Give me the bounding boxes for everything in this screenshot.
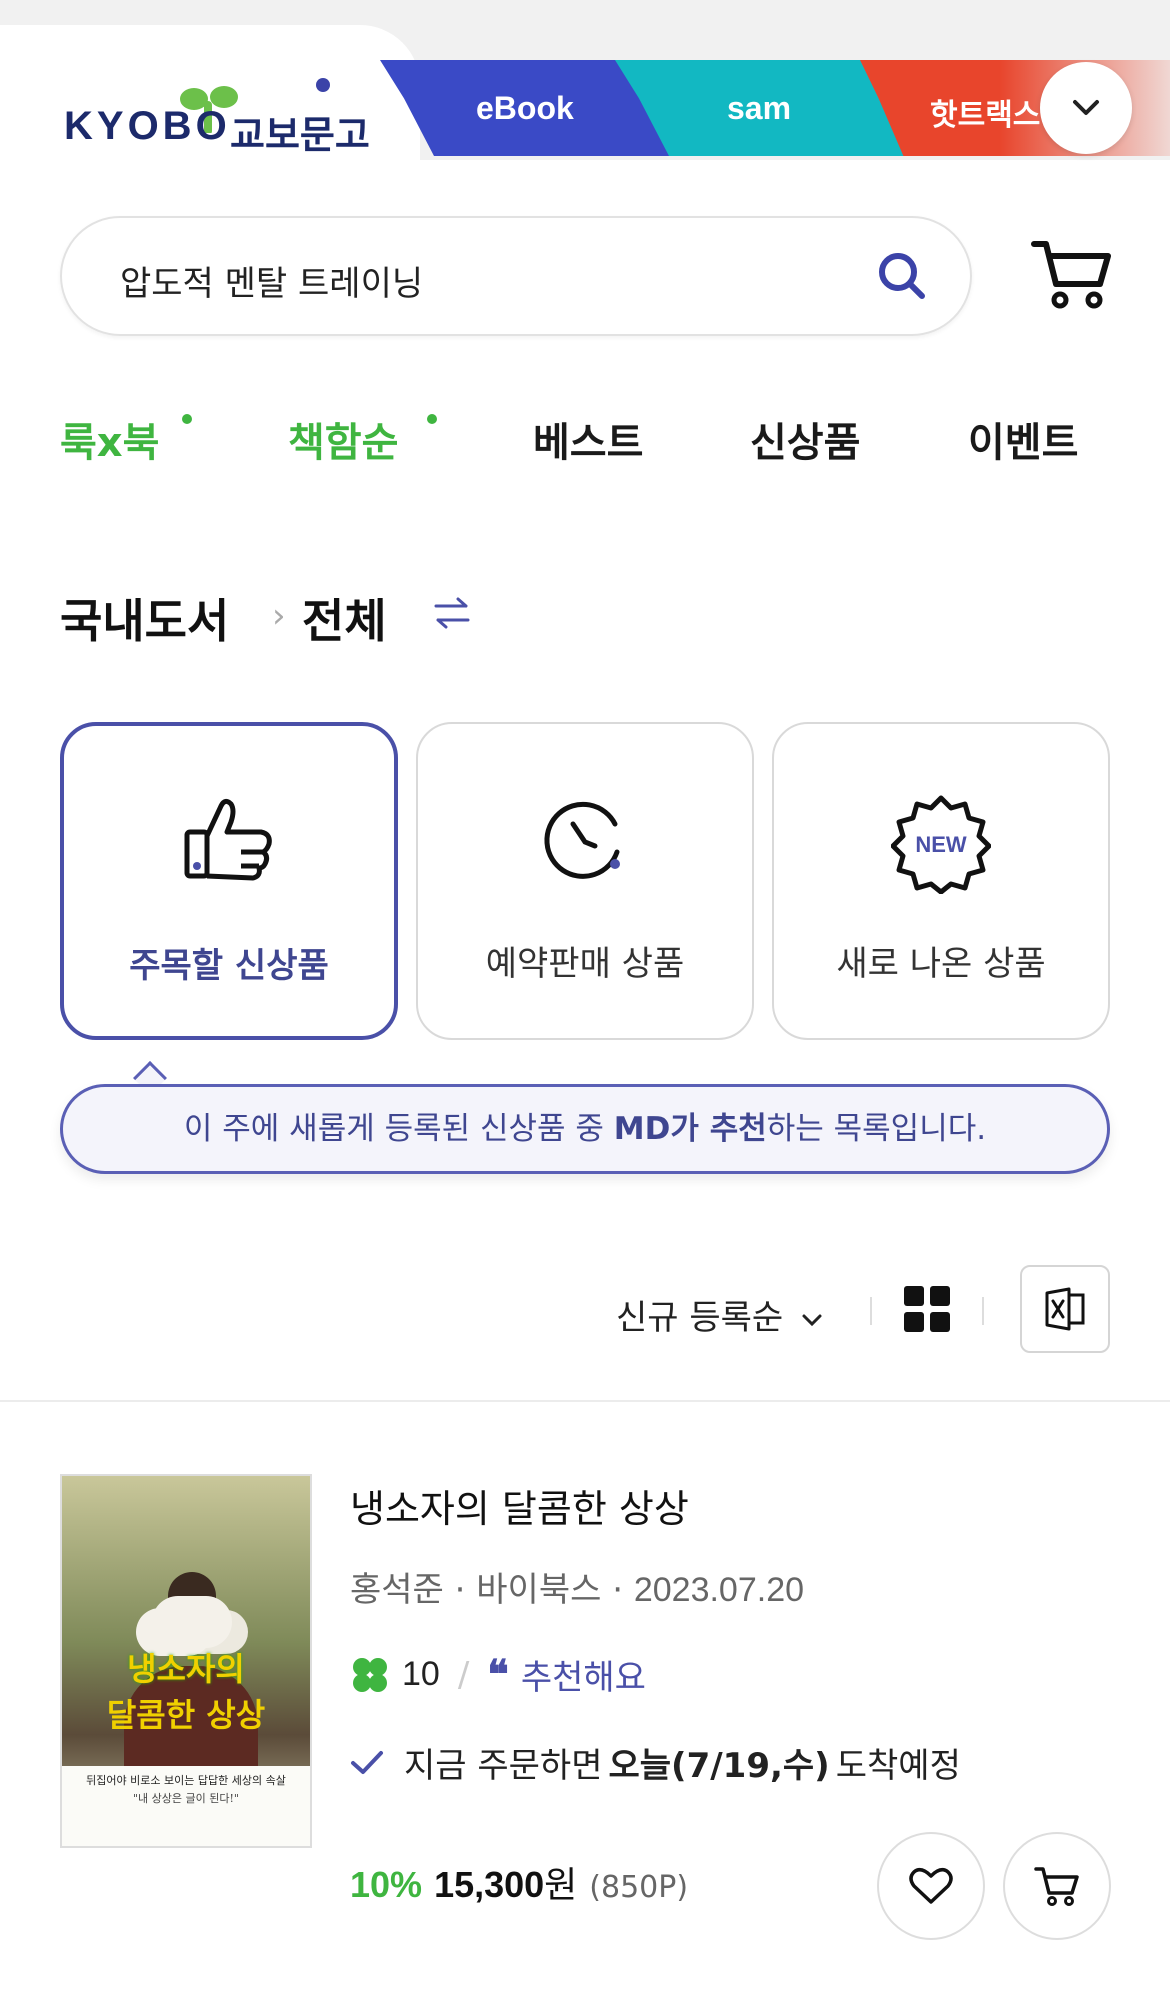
delivery-prefix: 지금 주문하면 (404, 1746, 603, 1786)
wishlist-button[interactable] (877, 1832, 985, 1940)
heart-icon (909, 1868, 953, 1904)
excel-icon (1045, 1287, 1085, 1331)
search-box[interactable]: 압도적 멘탈 트레이닝 (60, 216, 972, 336)
category-label: 주목할 신상품 (129, 946, 329, 986)
add-to-cart-button[interactable] (1003, 1832, 1111, 1940)
logo-dot (316, 78, 330, 92)
thumbs-up-icon (184, 798, 272, 881)
cart-icon (1034, 1867, 1079, 1906)
nav-lookbook[interactable]: 룩x북 (60, 410, 159, 468)
quote-icon: ❝ (487, 1651, 509, 1698)
clock-icon (544, 801, 620, 879)
search-icon[interactable] (874, 248, 930, 304)
recommend-label: 추천해요 (520, 1658, 646, 1698)
clover-icon (353, 1657, 387, 1692)
chevron-down-icon (1073, 100, 1099, 115)
cover-title-line2: 달콤한 상상 (106, 1696, 266, 1734)
rating-slash: / (457, 1654, 470, 1695)
price-row: 10% 15,300 원 (850P) (350, 1856, 688, 1908)
rating-row: 10 / ❝ 추천해요 (350, 1650, 646, 1699)
product-publisher[interactable]: 바이북스 (476, 1570, 601, 1610)
category-card-featured[interactable]: 주목할 신상품 (60, 722, 398, 1040)
product-title[interactable]: 냉소자의 달콤한 상상 (350, 1478, 689, 1533)
excel-download-button[interactable] (1020, 1265, 1110, 1353)
tooltip-text: 이 주에 새롭게 등록된 신상품 중 (183, 1111, 614, 1147)
logo-wordmark[interactable]: KYOBO (64, 104, 231, 149)
nav-best[interactable]: 베스트 (533, 410, 643, 468)
product-meta: 홍석준 · 바이북스 · 2023.07.20 (350, 1562, 804, 1611)
toolbar-divider (982, 1297, 984, 1325)
sort-label: 신규 등록순 (616, 1298, 784, 1338)
grid-view-icon[interactable] (904, 1286, 950, 1332)
delivery-date: 오늘(7/19,수) (608, 1746, 830, 1786)
category-card-preorder[interactable]: 예약판매 상품 (416, 722, 754, 1040)
sort-dropdown[interactable]: 신규 등록순 (616, 1290, 824, 1339)
nav-bookbox[interactable]: 책함순 (288, 410, 398, 468)
category-card-new-release[interactable]: NEW 새로 나온 상품 (772, 722, 1110, 1040)
product-author[interactable]: 홍석준 (350, 1570, 444, 1610)
tab-sam[interactable]: sam (727, 90, 791, 127)
search-input[interactable]: 압도적 멘탈 트레이닝 (120, 256, 423, 305)
reward-points: (850P) (589, 1870, 689, 1905)
breadcrumb-all[interactable]: 전체 (302, 585, 387, 651)
tooltip-highlight: MD가 추천 (613, 1111, 767, 1147)
delivery-info: 지금 주문하면 오늘(7/19,수) 도착예정 (350, 1738, 961, 1787)
category-tooltip: 이 주에 새롭게 등록된 신상품 중 MD가 추천하는 목록입니다. (60, 1084, 1110, 1174)
chevron-down-icon (802, 1314, 822, 1326)
book-cover[interactable]: 냉소자의 달콤한 상상 뒤집어야 비로소 보이는 답답한 세상의 속살 "내 상… (60, 1474, 312, 1848)
swap-arrows-icon[interactable] (432, 596, 472, 630)
section-divider (0, 1400, 1170, 1402)
cover-tagline: "내 상상은 글이 된다!" (133, 1792, 239, 1805)
cover-subtitle: 뒤집어야 비로소 보이는 답답한 세상의 속살 (86, 1774, 286, 1787)
new-dot (427, 414, 437, 424)
breadcrumb-domestic[interactable]: 국내도서 (60, 585, 229, 651)
nav-new[interactable]: 신상품 (750, 410, 860, 468)
check-icon (351, 1750, 383, 1774)
logo-korean[interactable]: 교보문고 (230, 104, 370, 159)
nav-event[interactable]: 이벤트 (968, 410, 1078, 468)
svg-text:NEW: NEW (915, 832, 967, 857)
tooltip-text-end: 하는 목록입니다. (766, 1111, 987, 1147)
delivery-suffix: 도착예정 (835, 1746, 961, 1786)
category-label: 예약판매 상품 (485, 944, 685, 984)
cart-icon[interactable] (1030, 238, 1112, 310)
meta-separator: · (601, 1570, 634, 1610)
category-label: 새로 나온 상품 (836, 944, 1046, 984)
sale-price: 15,300 (434, 1864, 545, 1905)
more-tabs-button[interactable] (1040, 62, 1132, 154)
new-dot (182, 414, 192, 424)
rating-score: 10 (402, 1655, 440, 1693)
currency-unit: 원 (544, 1865, 578, 1906)
new-badge-icon: NEW (891, 795, 991, 894)
meta-separator: · (443, 1570, 477, 1610)
breadcrumb-separator: › (272, 596, 286, 636)
tab-hottracks[interactable]: 핫트랙스 (930, 90, 1040, 134)
cover-cloud (152, 1596, 232, 1648)
tab-ebook[interactable]: eBook (476, 90, 574, 127)
product-date: 2023.07.20 (633, 1571, 805, 1609)
toolbar-divider (870, 1297, 872, 1325)
cover-title-line1: 냉소자의 (127, 1650, 245, 1688)
discount-rate: 10% (350, 1864, 423, 1905)
